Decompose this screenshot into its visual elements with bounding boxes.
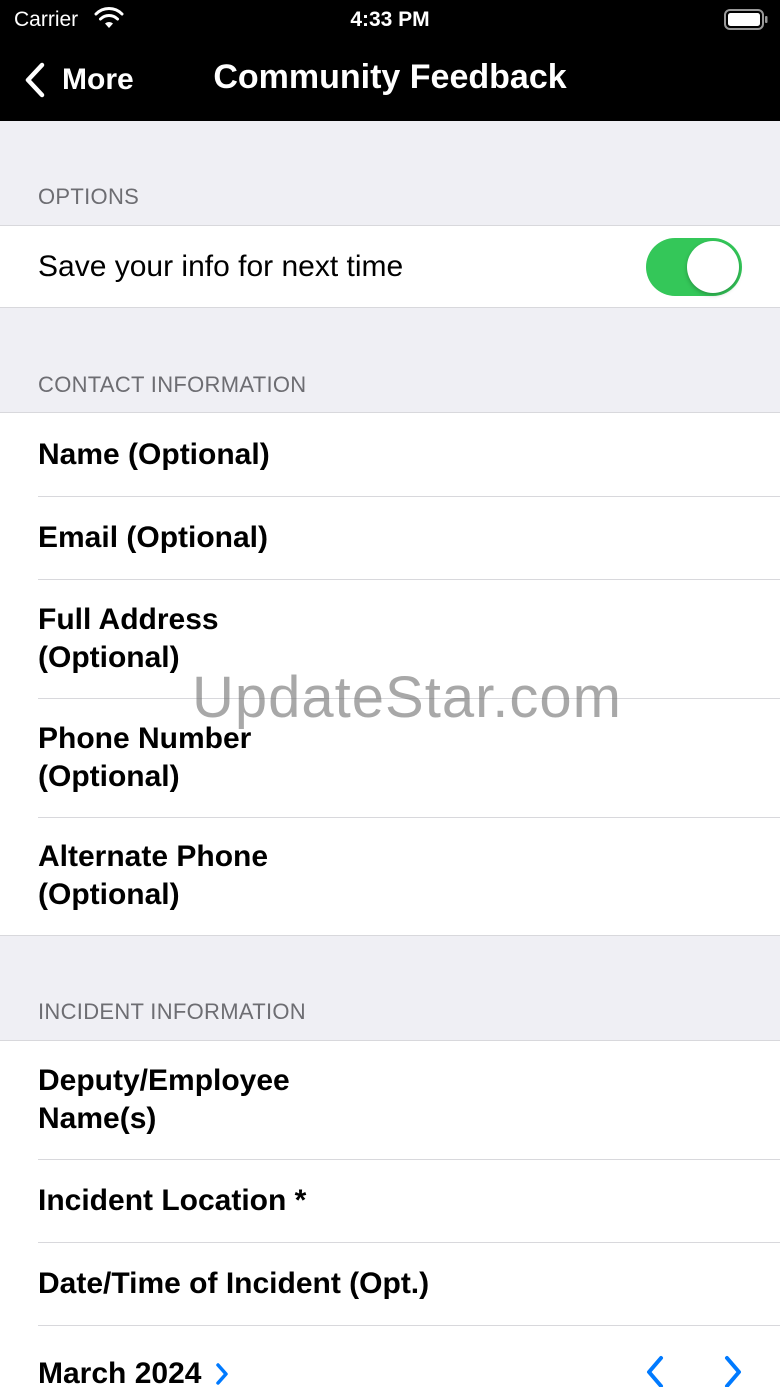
navigation-bar: More Community Feedback	[0, 40, 780, 121]
alternate-phone-label-line2: (Optional)	[38, 878, 180, 911]
page-title-text: Community Feedback	[213, 58, 567, 96]
address-label-line1: Full Address	[38, 602, 219, 636]
deputy-name-field[interactable]: Deputy/Employee Name(s)	[0, 1041, 780, 1159]
section-header-contact: CONTACT INFORMATION	[38, 372, 307, 397]
watermark: UpdateStar.com	[192, 665, 622, 730]
battery-icon	[724, 9, 768, 30]
deputy-name-field-label: Deputy/Employee Name(s)	[38, 1062, 290, 1138]
name-field-label: Name (Optional)	[38, 437, 270, 471]
month-picker-button[interactable]: March 2024	[38, 1355, 231, 1387]
incident-datetime-field[interactable]: Date/Time of Incident (Opt.)	[0, 1242, 780, 1325]
name-field[interactable]: Name (Optional)	[0, 413, 780, 496]
deputy-label-line1: Deputy/Employee	[38, 1064, 290, 1097]
alternate-phone-field-label: Alternate Phone (Optional)	[38, 838, 268, 914]
next-month-button[interactable]	[722, 1355, 744, 1387]
section-header-incident: INCIDENT INFORMATION	[38, 999, 306, 1024]
alternate-phone-field[interactable]: Alternate Phone (Optional)	[0, 817, 780, 935]
page-title: Community Feedback	[0, 58, 780, 97]
calendar-header: March 2024	[0, 1325, 780, 1387]
clock: 4:33 PM	[350, 8, 430, 31]
status-bar: Carrier 4:33 PM	[0, 0, 780, 40]
save-info-label: Save your info for next time	[38, 249, 404, 283]
options-group: Save your info for next time	[0, 225, 780, 308]
toggle-knob	[687, 241, 739, 293]
calendar-nav	[644, 1355, 744, 1387]
phone-label-line2: (Optional)	[38, 759, 180, 793]
chevron-right-icon	[216, 1363, 229, 1385]
section-header-options: OPTIONS	[38, 184, 140, 209]
save-info-row: Save your info for next time	[0, 226, 780, 307]
deputy-label-line2: Name(s)	[38, 1102, 157, 1135]
email-field[interactable]: Email (Optional)	[0, 496, 780, 579]
incident-datetime-label: Date/Time of Incident (Opt.)	[38, 1266, 430, 1300]
calendar-month-label: March 2024	[38, 1357, 202, 1387]
incident-location-field[interactable]: Incident Location *	[0, 1159, 780, 1242]
incident-location-label: Incident Location *	[38, 1183, 307, 1217]
previous-month-button[interactable]	[644, 1355, 666, 1387]
save-info-toggle[interactable]	[646, 238, 742, 296]
alternate-phone-label-line1: Alternate Phone	[38, 840, 269, 873]
incident-group: Deputy/Employee Name(s) Incident Locatio…	[0, 1040, 780, 1387]
email-field-label: Email (Optional)	[38, 520, 269, 554]
